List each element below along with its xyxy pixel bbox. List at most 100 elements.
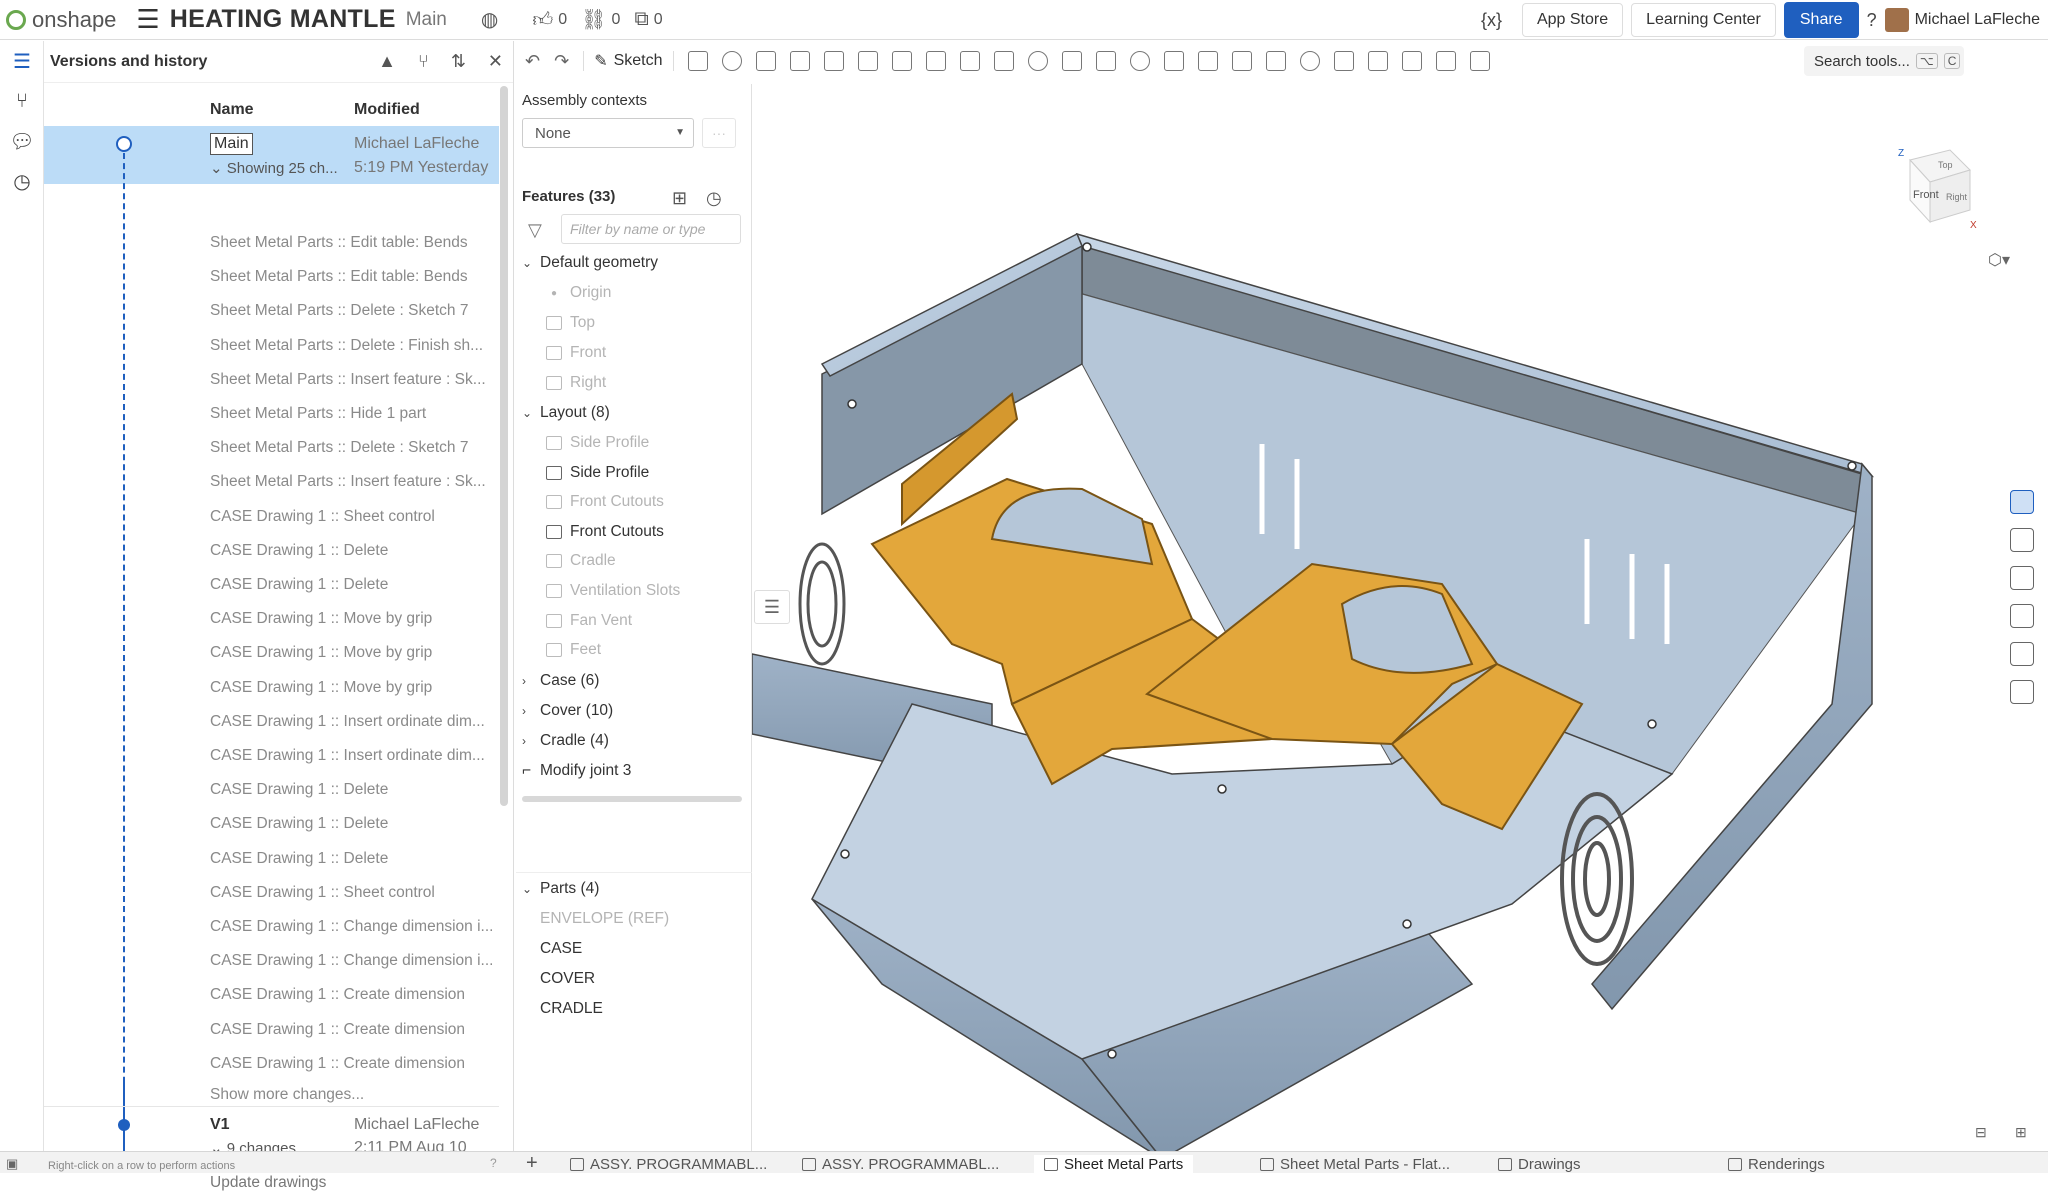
- variables-icon[interactable]: {x}: [1481, 10, 1502, 31]
- change-row[interactable]: CASE Drawing 1 :: Sheet control: [210, 884, 495, 902]
- transform-icon[interactable]: [1197, 51, 1218, 71]
- sheet-metal-icon[interactable]: [1333, 51, 1354, 71]
- view-cube-right[interactable]: Right: [1946, 192, 1968, 202]
- tab-2[interactable]: Sheet Metal Parts: [1034, 1155, 1194, 1173]
- tab-4[interactable]: Drawings: [1498, 1155, 1581, 1173]
- rollback-bar[interactable]: [522, 796, 742, 802]
- cover-group[interactable]: › Cover (10): [522, 702, 613, 720]
- tab-0[interactable]: ASSY. PROGRAMMABL...: [570, 1155, 767, 1173]
- modified-column-header[interactable]: Modified: [354, 101, 420, 119]
- part-item[interactable]: COVER: [540, 970, 595, 988]
- rib-icon[interactable]: [959, 51, 980, 71]
- comments-icon[interactable]: 💬︎: [0, 121, 44, 161]
- graphics-viewport[interactable]: [751, 84, 2002, 1160]
- user-menu[interactable]: Michael LaFleche: [1884, 8, 2040, 32]
- parts-group[interactable]: ⌄ Parts (4): [522, 880, 599, 898]
- change-row[interactable]: Sheet Metal Parts :: Edit table: Bends: [210, 268, 495, 286]
- history-icon[interactable]: ◷: [0, 161, 44, 201]
- change-row[interactable]: CASE Drawing 1 :: Delete: [210, 576, 495, 594]
- delete-part-icon[interactable]: [1231, 51, 1252, 71]
- part-item[interactable]: ENVELOPE (REF): [540, 910, 669, 928]
- chamfer-icon[interactable]: [891, 51, 912, 71]
- shell-icon[interactable]: [993, 51, 1014, 71]
- top-plane-feature[interactable]: Top: [546, 314, 595, 332]
- fillet-icon[interactable]: [857, 51, 878, 71]
- help-icon[interactable]: ?: [1867, 10, 1877, 31]
- change-row[interactable]: CASE Drawing 1 :: Create dimension: [210, 986, 495, 1004]
- filter-icon[interactable]: ▽: [528, 220, 542, 241]
- default-geometry-group[interactable]: ⌄ Default geometry: [522, 254, 658, 272]
- main-branch-label[interactable]: Main: [210, 133, 253, 155]
- change-row[interactable]: Sheet Metal Parts :: Insert feature : Sk…: [210, 371, 495, 389]
- mirror-icon[interactable]: [1095, 51, 1116, 71]
- learning-center-button[interactable]: Learning Center: [1631, 3, 1776, 37]
- pattern-icon[interactable]: [1061, 51, 1082, 71]
- change-row[interactable]: CASE Drawing 1 :: Change dimension i...: [210, 952, 495, 970]
- appearance-icon[interactable]: [2010, 490, 2034, 514]
- rollback-timer-icon[interactable]: ◷: [706, 188, 722, 209]
- redo-icon[interactable]: ↷: [554, 51, 569, 72]
- feature-list-icon[interactable]: ☰: [0, 41, 44, 81]
- change-row[interactable]: CASE Drawing 1 :: Delete: [210, 542, 495, 560]
- change-row[interactable]: CASE Drawing 1 :: Delete: [210, 781, 495, 799]
- change-row[interactable]: CASE Drawing 1 :: Create dimension: [210, 1055, 495, 1073]
- update-drawings-row[interactable]: Update drawings: [210, 1174, 326, 1192]
- view-cube-front[interactable]: Front: [1913, 189, 1939, 201]
- onshape-logo[interactable]: onshape: [6, 7, 116, 33]
- expand-icon[interactable]: ⊞: [2015, 1124, 2027, 1141]
- change-row[interactable]: Sheet Metal Parts :: Delete : Finish sh.…: [210, 337, 495, 355]
- section-view-icon[interactable]: ⊟: [1975, 1124, 1987, 1141]
- mate-connector-icon[interactable]: [1299, 51, 1320, 71]
- case-group[interactable]: › Case (6): [522, 672, 599, 690]
- branch-icon[interactable]: ⑂: [418, 51, 429, 72]
- mate-panel-icon[interactable]: [2010, 528, 2034, 552]
- variables-panel-icon[interactable]: [2010, 680, 2034, 704]
- app-store-button[interactable]: App Store: [1521, 3, 1624, 37]
- change-row[interactable]: Sheet Metal Parts :: Delete : Sketch 7: [210, 439, 495, 457]
- search-tools-input[interactable]: Search tools... ⌥ C: [1804, 46, 1964, 76]
- properties-icon[interactable]: [2010, 604, 2034, 628]
- split-icon[interactable]: [1163, 51, 1184, 71]
- change-row[interactable]: CASE Drawing 1 :: Insert ordinate dim...: [210, 747, 495, 765]
- part-item[interactable]: CASE: [540, 940, 582, 958]
- sweep-icon[interactable]: [755, 51, 776, 71]
- feature-list-toggle-icon[interactable]: ☰: [754, 590, 790, 624]
- hamburger-menu-icon[interactable]: ☰: [136, 4, 159, 35]
- feature-filter-input[interactable]: Filter by name or type: [561, 214, 741, 244]
- change-row[interactable]: CASE Drawing 1 :: Delete: [210, 815, 495, 833]
- thicken-icon[interactable]: [823, 51, 844, 71]
- change-row[interactable]: CASE Drawing 1 :: Create dimension: [210, 1021, 495, 1039]
- camera-icon[interactable]: ▣: [6, 1156, 18, 1172]
- layout-sketch-item[interactable]: Ventilation Slots: [546, 582, 680, 600]
- measure-icon[interactable]: [2010, 642, 2034, 666]
- tab-5[interactable]: Renderings: [1728, 1155, 1825, 1173]
- frame-icon[interactable]: [1401, 51, 1422, 71]
- cradle-group[interactable]: › Cradle (4): [522, 732, 609, 750]
- version-label[interactable]: V1: [210, 1116, 230, 1134]
- scrollbar[interactable]: [500, 86, 508, 806]
- change-row[interactable]: CASE Drawing 1 :: Delete: [210, 850, 495, 868]
- layout-sketch-item[interactable]: Side Profile: [546, 434, 649, 452]
- change-row[interactable]: Sheet Metal Parts :: Hide 1 part: [210, 405, 495, 423]
- draft-icon[interactable]: [925, 51, 946, 71]
- loft-icon[interactable]: [789, 51, 810, 71]
- hole-icon[interactable]: [1027, 51, 1048, 71]
- tab-3[interactable]: Sheet Metal Parts - Flat...: [1260, 1155, 1450, 1173]
- right-plane-feature[interactable]: Right: [546, 374, 606, 392]
- sketch-button[interactable]: ✎ Sketch: [583, 51, 674, 71]
- help-circle-icon[interactable]: ?: [490, 1156, 497, 1170]
- change-row[interactable]: CASE Drawing 1 :: Change dimension i...: [210, 918, 495, 936]
- plane-icon[interactable]: [1265, 51, 1286, 71]
- show-more-changes-link[interactable]: Show more changes...: [210, 1086, 364, 1104]
- change-row[interactable]: CASE Drawing 1 :: Move by grip: [210, 679, 495, 697]
- globe-icon[interactable]: ◍: [481, 7, 498, 32]
- revolve-icon[interactable]: [721, 51, 742, 71]
- undo-icon[interactable]: ↶: [525, 51, 540, 72]
- view-cube[interactable]: Top Front Right Z X: [1880, 130, 1980, 231]
- surface-icon[interactable]: [1435, 51, 1456, 71]
- layout-sketch-item[interactable]: Cradle: [546, 552, 616, 570]
- change-row[interactable]: CASE Drawing 1 :: Move by grip: [210, 644, 495, 662]
- add-folder-icon[interactable]: ⊞: [672, 188, 687, 209]
- front-plane-feature[interactable]: Front: [546, 344, 606, 362]
- layout-sketch-item[interactable]: Fan Vent: [546, 612, 632, 630]
